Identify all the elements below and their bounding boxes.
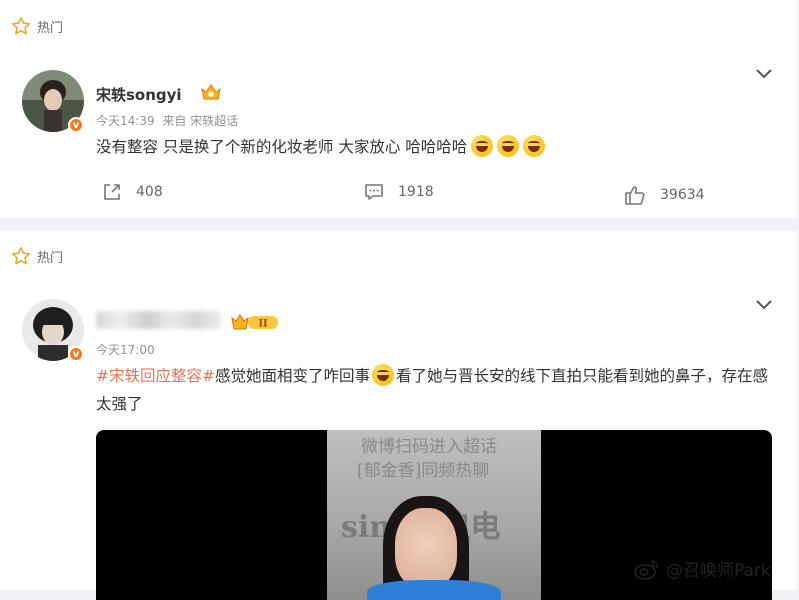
video-overlay-text: [郁金香]同频热聊 [357, 461, 490, 481]
verified-badge-icon: v [68, 117, 84, 133]
post-source[interactable]: 来自 宋轶超话 [162, 114, 238, 128]
level-text: II [258, 319, 268, 330]
comment-icon [365, 184, 383, 200]
laughing-emoji-icon [523, 135, 546, 157]
username[interactable]: 宋轶songyi [96, 84, 182, 105]
action-bar: 408 1918 39634 [0, 182, 797, 206]
post-time[interactable]: 今天17:00 [96, 343, 155, 357]
hot-label: 热门 [37, 250, 64, 266]
chevron-down-icon[interactable] [755, 299, 773, 311]
hashtag-link[interactable]: #宋轶回应整容# [96, 367, 215, 385]
watermark: @召唤师Park [634, 556, 771, 581]
hot-tag: 热门 [11, 16, 63, 36]
star-outline-icon [11, 17, 31, 35]
video-person-face [395, 508, 457, 588]
post-meta: 今天17:00 [96, 341, 159, 358]
post-meta: 今天14:39 来自 宋轶超话 [96, 112, 242, 129]
repost-button[interactable]: 408 [102, 182, 163, 202]
comment-count: 1918 [398, 184, 434, 200]
hot-label: 热门 [37, 20, 64, 36]
video-overlay-text: 微博扫码进入超话 [361, 437, 497, 457]
post-text: #宋轶回应整容#感觉她面相变了咋回事 看了她与晋长安的线下直拍只能看到她的鼻子，存… [96, 362, 776, 418]
chevron-down-icon[interactable] [755, 68, 773, 80]
comment-button[interactable]: 1918 [364, 182, 434, 202]
crying-emoji-icon [372, 364, 394, 386]
vip-crown-icon [201, 84, 221, 100]
post-text: 没有整容 只是换了个新的化妆老师 大家放心 哈哈哈哈 [96, 133, 546, 161]
video-person-shirt [367, 580, 501, 600]
like-count: 39634 [660, 187, 705, 203]
star-outline-icon [11, 247, 31, 265]
laughing-emoji-icon [471, 135, 494, 157]
repost-icon [104, 184, 120, 200]
hot-tag: 热门 [11, 246, 63, 266]
watermark-text: @召唤师Park [666, 561, 771, 581]
level-badge-icon: II [231, 314, 278, 330]
repost-count: 408 [136, 184, 163, 200]
verified-badge-icon: v [68, 346, 84, 362]
post-time[interactable]: 今天14:39 [96, 114, 155, 128]
feed-card-1: 热门 v 宋轶songyi 今天14:39 来自 宋轶超话 没有整容 只是换了个… [0, 0, 797, 218]
weibo-logo-icon [634, 559, 658, 580]
video-thumbnail: 微博扫码进入超话 [郁金香]同频热聊 sina新浪电 [327, 430, 541, 600]
feed-card-2: 热门 v II 今天17:00 #宋轶回应整容#感觉她面相变了咋回事 看了她与晋长… [0, 231, 797, 600]
laughing-emoji-icon [497, 135, 520, 157]
thumbs-up-icon [625, 186, 645, 205]
username-blurred[interactable] [96, 311, 222, 329]
like-button[interactable]: 39634 [624, 184, 705, 206]
